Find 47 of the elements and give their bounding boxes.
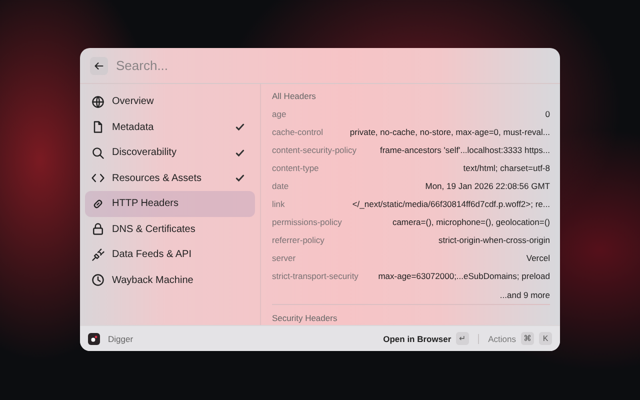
sidebar-item[interactable]: HTTP Headers [85,191,255,216]
header-name: content-security-policy [272,145,357,155]
sidebar-item[interactable]: Metadata [85,114,255,140]
shortcut-key: K [539,332,552,345]
sidebar-item[interactable]: Data Feeds & API [85,242,255,268]
header-value: max-age=63072000;...eSubDomains; preload [378,271,550,281]
header-name: permissions-policy [272,217,342,227]
header-value: Vercel [526,253,550,263]
shortcut-key: ⌘ [521,332,534,345]
header-value: frame-ancestors 'self'...localhost:3333 https... [380,145,550,155]
header-value: strict-origin-when-cross-origin [438,235,550,245]
sidebar-item[interactable]: Wayback Machine [85,268,255,293]
header-value: Mon, 19 Jan 2026 22:08:56 GMT [425,181,550,191]
section-heading: Security Headers [272,312,338,325]
search-field[interactable]: Search... [114,57,550,74]
header-value: camera=(), microphone=(), geolocation=() [392,217,550,227]
header-name: strict-transport-security [272,271,358,281]
open-in-browser-button[interactable]: Open in Browser [383,334,452,344]
header-name: age [272,109,286,119]
actions-button[interactable]: Actions [488,334,516,344]
app-logo-icon [88,332,100,344]
search-icon [91,146,105,160]
sidebar-item[interactable]: Discoverability [85,140,255,166]
header-value: private, no-cache, no-store, max-age=0, must-reval... [350,127,550,137]
header-name: link [272,199,285,209]
plug-icon [91,248,105,262]
app-name: Digger [108,334,134,344]
sidebar-item[interactable]: Resources & Assets [85,166,255,191]
globe-icon [91,94,105,109]
section-heading: All Headers [272,90,317,103]
enter-key: ↵ [456,332,470,345]
sidebar-item[interactable]: Overview [85,89,255,114]
lock-icon [91,222,105,236]
header-name: date [272,181,289,191]
back-button[interactable] [90,56,108,74]
header-value: </_next/static/media/66f30814ff6d7cdf.p.woff2>; re... [352,199,550,209]
header-name: cache-control [272,127,324,137]
header-value: text/html; charset=utf-8 [463,163,550,173]
arrow-left-icon [93,60,105,72]
header-name: content-type [272,163,319,173]
header-name: referrer-policy [272,235,324,245]
header-value: 0 [545,109,550,119]
header-name: server [272,253,296,263]
sidebar-item[interactable]: DNS & Certificates [85,216,255,242]
document-icon [91,120,105,134]
clock-icon [91,273,105,288]
more-link[interactable]: ...and 9 more [500,290,550,300]
